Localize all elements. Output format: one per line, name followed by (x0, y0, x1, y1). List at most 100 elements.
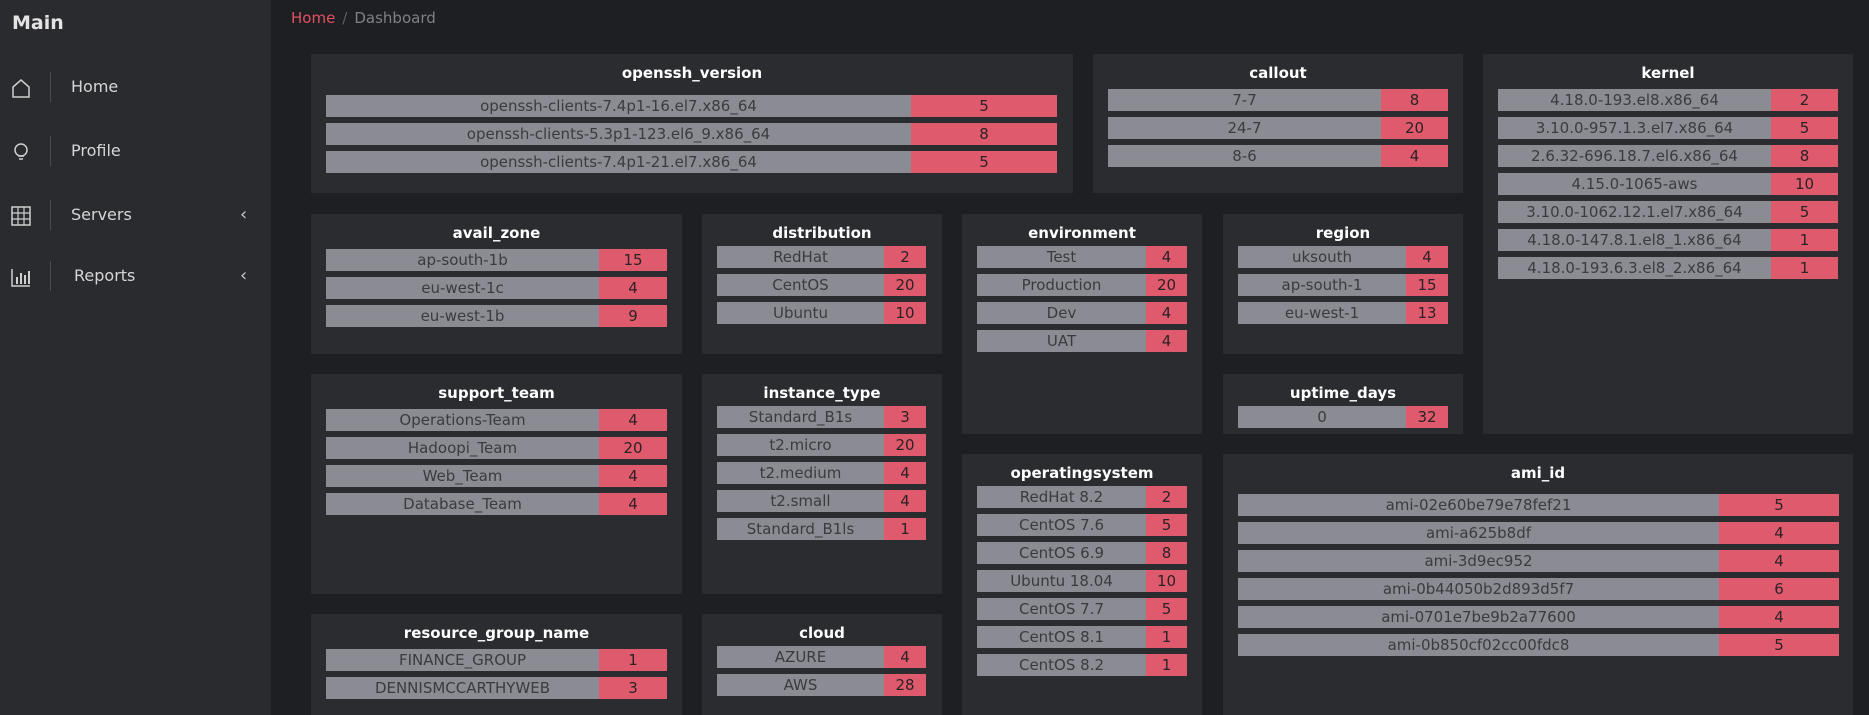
card-title: instance_type (763, 384, 881, 402)
list-item[interactable]: ami-02e60be79e78fef21 5 (1238, 494, 1839, 516)
list-item[interactable]: ami-0b850cf02cc00fdc8 5 (1238, 634, 1839, 656)
list-item[interactable]: 3.10.0-1062.12.1.el7.x86_64 5 (1498, 201, 1838, 223)
list-item[interactable]: eu-west-1c 4 (326, 277, 667, 299)
list-item[interactable]: eu-west-1b 9 (326, 305, 667, 327)
item-count: 2 (1146, 486, 1187, 508)
nav-separator (50, 136, 51, 166)
item-count: 4 (1719, 522, 1839, 544)
list-item[interactable]: Ubuntu 18.04 10 (977, 570, 1187, 592)
list-item[interactable]: Web_Team 4 (326, 465, 667, 487)
list-item[interactable]: CentOS 8.1 1 (977, 626, 1187, 648)
sidebar-item-reports[interactable]: Reports ‹ (0, 255, 271, 295)
sidebar-item-profile[interactable]: Profile (0, 130, 271, 170)
item-count: 2 (1771, 89, 1838, 111)
item-count: 20 (1381, 117, 1448, 139)
list-item[interactable]: Standard_B1s 3 (717, 406, 926, 428)
item-count: 1 (1771, 229, 1838, 251)
list-item[interactable]: Production 20 (977, 274, 1187, 296)
list-item[interactable]: AZURE 4 (717, 646, 926, 668)
list-item[interactable]: 4.18.0-193.6.3.el8_2.x86_64 1 (1498, 257, 1838, 279)
list-item[interactable]: Operations-Team 4 (326, 409, 667, 431)
card-title: distribution (772, 224, 872, 242)
breadcrumb-home-link[interactable]: Home (291, 9, 335, 27)
item-label: Operations-Team (326, 409, 599, 431)
list-item[interactable]: DENNISMCCARTHYWEB 3 (326, 677, 667, 699)
item-label: FINANCE_GROUP (326, 649, 599, 671)
nav-separator (50, 200, 51, 230)
card-title: callout (1249, 64, 1307, 82)
list-item[interactable]: CentOS 8.2 1 (977, 654, 1187, 676)
item-label: uksouth (1238, 246, 1406, 268)
list-item[interactable]: ami-0701e7be9b2a77600 4 (1238, 606, 1839, 628)
item-label: ami-02e60be79e78fef21 (1238, 494, 1719, 516)
list-item[interactable]: ami-a625b8df 4 (1238, 522, 1839, 544)
list-item[interactable]: Database_Team 4 (326, 493, 667, 515)
list-item[interactable]: 3.10.0-957.1.3.el7.x86_64 5 (1498, 117, 1838, 139)
list-item[interactable]: openssh-clients-7.4p1-21.el7.x86_64 5 (326, 151, 1057, 173)
list-item[interactable]: uksouth 4 (1238, 246, 1448, 268)
item-label: t2.medium (717, 462, 884, 484)
list-item[interactable]: t2.small 4 (717, 490, 926, 512)
card-title: ami_id (1510, 464, 1566, 482)
list-item[interactable]: 24-7 20 (1108, 117, 1448, 139)
breadcrumb-current: Dashboard (354, 9, 436, 27)
list-item[interactable]: CentOS 6.9 8 (977, 542, 1187, 564)
sidebar-item-servers[interactable]: Servers ‹ (0, 194, 271, 234)
item-count: 32 (1406, 406, 1448, 428)
list-item[interactable]: 4.18.0-147.8.1.el8_1.x86_64 1 (1498, 229, 1838, 251)
list-item[interactable]: Hadoopi_Team 20 (326, 437, 667, 459)
item-label: Test (977, 246, 1146, 268)
item-label: ap-south-1b (326, 249, 599, 271)
item-count: 1 (1146, 626, 1187, 648)
list-item[interactable]: AWS 28 (717, 674, 926, 696)
card-region: region uksouth 4 ap-south-1 15 eu-west-1 13 (1223, 214, 1463, 354)
list-item[interactable]: 2.6.32-696.18.7.el6.x86_64 8 (1498, 145, 1838, 167)
list-item[interactable]: 7-7 8 (1108, 89, 1448, 111)
chevron-left-icon[interactable]: ‹ (240, 205, 247, 225)
item-label: Web_Team (326, 465, 599, 487)
item-count: 1 (1771, 257, 1838, 279)
list-item[interactable]: t2.medium 4 (717, 462, 926, 484)
list-item[interactable]: CentOS 7.7 5 (977, 598, 1187, 620)
item-label: CentOS 8.1 (977, 626, 1146, 648)
item-label: Ubuntu (717, 302, 884, 324)
card-operatingsystem: operatingsystem RedHat 8.2 2 CentOS 7.6 5 … (962, 454, 1202, 715)
list-item[interactable]: 8-6 4 (1108, 145, 1448, 167)
list-item[interactable]: Test 4 (977, 246, 1187, 268)
item-label: eu-west-1 (1238, 302, 1406, 324)
item-label: CentOS 8.2 (977, 654, 1146, 676)
list-item[interactable]: Ubuntu 10 (717, 302, 926, 324)
item-count: 4 (884, 462, 926, 484)
card-title: support_team (438, 384, 555, 402)
list-item[interactable]: FINANCE_GROUP 1 (326, 649, 667, 671)
list-item[interactable]: eu-west-1 13 (1238, 302, 1448, 324)
list-item[interactable]: 4.15.0-1065-aws 10 (1498, 173, 1838, 195)
item-label: Database_Team (326, 493, 599, 515)
item-count: 20 (884, 274, 926, 296)
item-label: ami-3d9ec952 (1238, 550, 1719, 572)
list-item[interactable]: Dev 4 (977, 302, 1187, 324)
list-item[interactable]: Standard_B1ls 1 (717, 518, 926, 540)
list-item[interactable]: openssh-clients-7.4p1-16.el7.x86_64 5 (326, 95, 1057, 117)
list-item[interactable]: UAT 4 (977, 330, 1187, 352)
item-label: CentOS 7.6 (977, 514, 1146, 536)
item-count: 5 (1146, 598, 1187, 620)
list-item[interactable]: CentOS 20 (717, 274, 926, 296)
sidebar-item-home[interactable]: Home (0, 66, 271, 106)
list-item[interactable]: 0 32 (1238, 406, 1448, 428)
list-item[interactable]: ap-south-1b 15 (326, 249, 667, 271)
chevron-left-icon[interactable]: ‹ (240, 266, 247, 286)
home-icon (10, 77, 32, 99)
list-item[interactable]: CentOS 7.6 5 (977, 514, 1187, 536)
list-item[interactable]: 4.18.0-193.el8.x86_64 2 (1498, 89, 1838, 111)
list-item[interactable]: openssh-clients-5.3p1-123.el6_9.x86_64 8 (326, 123, 1057, 145)
card-title: resource_group_name (403, 624, 590, 642)
list-item[interactable]: ami-3d9ec952 4 (1238, 550, 1839, 572)
list-item[interactable]: RedHat 8.2 2 (977, 486, 1187, 508)
list-item[interactable]: RedHat 2 (717, 246, 926, 268)
item-count: 15 (1406, 274, 1448, 296)
list-item[interactable]: ami-0b44050b2d893d5f7 6 (1238, 578, 1839, 600)
list-item[interactable]: t2.micro 20 (717, 434, 926, 456)
list-item[interactable]: ap-south-1 15 (1238, 274, 1448, 296)
item-label: AWS (717, 674, 884, 696)
